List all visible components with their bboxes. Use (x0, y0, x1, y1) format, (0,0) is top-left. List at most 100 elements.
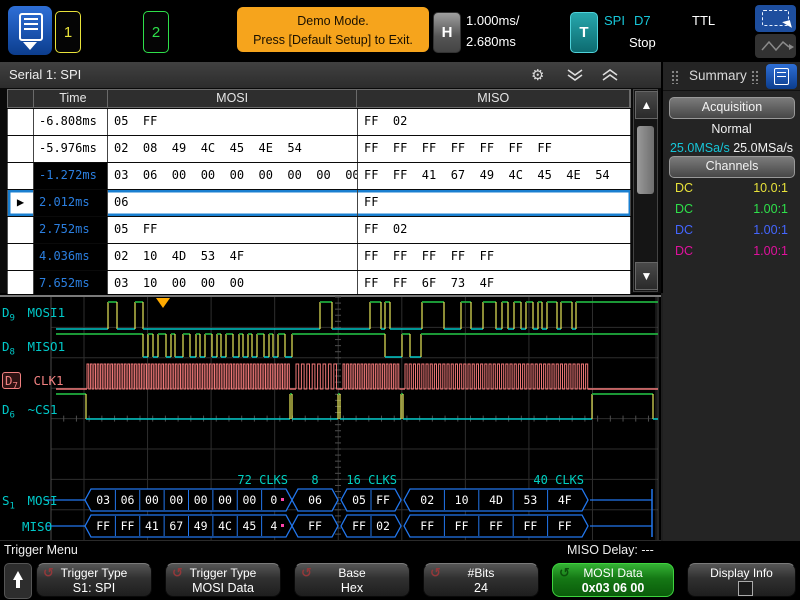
softkey-bits[interactable]: ↺ #Bits 24 (423, 563, 539, 597)
expand-all-icon[interactable] (600, 69, 620, 82)
channel-3-summary: DC 1.00:1 (675, 223, 788, 237)
bus-signal-name: CLK1 (33, 373, 63, 388)
summary-sidebar: Summary Acquisition Normal 25.0MSa/s 25.… (663, 62, 800, 541)
header-marker-col (8, 90, 34, 107)
table-row[interactable]: -5.976ms 02 08 49 4C 45 4E 54FF FF FF FF… (7, 136, 631, 162)
scrollbar-thumb[interactable] (637, 126, 654, 194)
status-bar: Trigger Menu MISO Delay: --- (0, 541, 800, 560)
channel-2-button[interactable]: 2 (143, 11, 169, 53)
ch2-coupling: DC (675, 202, 693, 216)
ch4-coupling: DC (675, 244, 693, 258)
digital-channel-label-d8[interactable]: D8 MISO1 (2, 339, 65, 358)
banner-line1: Demo Mode. (237, 12, 429, 31)
serial-window-title: Serial 1: SPI (9, 67, 81, 82)
ch3-coupling: DC (675, 223, 693, 237)
serial-decode-window: Serial 1: SPI ⚙ Time MOSI MISO -6.808ms … (0, 62, 661, 293)
entry-knob-icon: ↺ (301, 565, 312, 581)
back-up-menu-softkey[interactable] (4, 563, 32, 599)
horizontal-button[interactable]: H (433, 12, 461, 53)
selected-row-marker-icon: ▶ (8, 190, 34, 216)
oscilloscope-screen: 1 2 Demo Mode. Press [Default Setup] to … (0, 0, 800, 600)
bus-signal-name: MOSI1 (27, 305, 65, 320)
trigger-source-readout: D7 (634, 13, 651, 28)
channel-1-summary: DC 10.0:1 (675, 181, 788, 195)
softkey-base[interactable]: ↺ Base Hex (294, 563, 410, 597)
drag-grip-icon[interactable] (671, 70, 679, 84)
header-time: Time (34, 90, 108, 107)
entry-knob-icon: ↺ (559, 565, 570, 581)
table-row[interactable]: -6.808ms 05 FFFF 02 (7, 109, 631, 135)
menu-icon (774, 68, 789, 85)
table-scrollbar[interactable]: ▲ ▼ (633, 89, 658, 292)
serial-bus-row-miso[interactable]: MISO (22, 519, 52, 534)
digital-channel-label-d6[interactable]: D6 ~CS1 (2, 402, 58, 421)
cursor-arrow-icon (782, 20, 792, 30)
table-row[interactable]: 2.752ms 05 FFFF 02 (7, 217, 631, 243)
sidebar-menu-button[interactable] (766, 64, 797, 89)
digital-sample-rate: 25.0MSa/s (670, 141, 730, 155)
table-row[interactable]: -1.272ms 03 06 00 00 00 00 00 00 00FF FF… (7, 163, 631, 189)
timebase-delay: 2.680ms (466, 34, 516, 49)
table-row[interactable]: 4.036ms 02 10 4D 53 4FFF FF FF FF FF (7, 244, 631, 270)
sidebar-title: Summary (689, 68, 747, 83)
demo-mode-banner: Demo Mode. Press [Default Setup] to Exit… (237, 7, 429, 52)
scroll-up-button[interactable]: ▲ (635, 91, 658, 119)
ch2-probe: 1.00:1 (753, 202, 788, 216)
table-row[interactable]: 7.652ms 03 10 00 00 00FF FF 6F 73 4F (7, 271, 631, 294)
table-row-selected[interactable]: ▶ 2.012ms 06FF (7, 190, 631, 216)
entry-knob-icon: ↺ (172, 565, 183, 581)
display-info-checkbox[interactable] (738, 581, 753, 596)
bus-row-mosi-label: MOSI (27, 493, 57, 508)
decode-table-header: Time MOSI MISO (7, 89, 631, 108)
channel-1-button[interactable]: 1 (55, 11, 81, 53)
serial-bus-label-s1[interactable]: S1 MOSI (2, 493, 58, 512)
menu-name: Trigger Menu (4, 543, 78, 557)
trigger-position-marker[interactable] (156, 298, 170, 308)
menu-icon (19, 13, 43, 41)
entry-knob-icon: ↺ (430, 565, 441, 581)
digital-channel-label-d9[interactable]: D9 MOSI1 (2, 305, 65, 324)
channel-4-summary: DC 1.00:1 (675, 244, 788, 258)
acquisition-mode: Normal (663, 122, 800, 136)
waveform-arrows-icon (755, 34, 796, 58)
banner-line2: Press [Default Setup] to Exit. (237, 31, 429, 50)
acquisition-button[interactable]: Acquisition (669, 97, 795, 119)
scroll-down-button[interactable]: ▼ (635, 262, 658, 290)
serial-window-titlebar[interactable]: Serial 1: SPI (0, 62, 661, 88)
entry-knob-icon: ↺ (43, 565, 54, 581)
bus-row-miso-label: MISO (22, 519, 52, 534)
collapse-all-icon[interactable] (565, 69, 585, 82)
header-miso: MISO (357, 90, 630, 107)
header-mosi: MOSI (108, 90, 358, 107)
waveform-display (0, 297, 661, 541)
waveform-tool-button[interactable] (755, 34, 796, 58)
gear-icon[interactable]: ⚙ (531, 66, 544, 84)
channel-2-summary: DC 1.00:1 (675, 202, 788, 216)
ch1-coupling: DC (675, 181, 693, 195)
digital-channel-label-d7-selected[interactable]: D7 CLK1 (2, 373, 64, 392)
trigger-button[interactable]: T (570, 12, 598, 53)
run-state-readout: Stop (629, 35, 656, 50)
trigger-bus-readout: SPI (604, 13, 625, 28)
sample-rates: 25.0MSa/s 25.0MSa/s (663, 141, 800, 155)
zoom-select-button[interactable] (755, 5, 796, 32)
timebase-scale: 1.000ms/ (466, 13, 519, 28)
bus-signal-name: ~CS1 (27, 402, 57, 417)
bus-signal-name: MISO1 (27, 339, 65, 354)
softkey-trigger-type-bus[interactable]: ↺ Trigger Type S1: SPI (36, 563, 152, 597)
miso-delay-readout: MISO Delay: --- (567, 543, 654, 557)
softkey-display-info[interactable]: Display Info (687, 563, 796, 597)
ch1-probe: 10.0:1 (753, 181, 788, 195)
trigger-level-readout: TTL (692, 13, 715, 28)
ch4-probe: 1.00:1 (753, 244, 788, 258)
main-menu-button[interactable] (8, 6, 52, 55)
ch3-probe: 1.00:1 (753, 223, 788, 237)
drag-grip-icon[interactable] (751, 70, 759, 84)
softkey-mosi-data-active[interactable]: ↺ MOSI Data 0x03 06 00 (552, 563, 674, 597)
chevron-down-icon (23, 42, 37, 50)
channels-button[interactable]: Channels (669, 156, 795, 178)
sidebar-titlebar: Summary (663, 62, 800, 91)
softkey-trigger-type[interactable]: ↺ Trigger Type MOSI Data (165, 563, 281, 597)
decode-table: Time MOSI MISO -6.808ms 05 FFFF 02 -5.97… (7, 89, 631, 292)
analog-sample-rate: 25.0MSa/s (733, 141, 793, 155)
